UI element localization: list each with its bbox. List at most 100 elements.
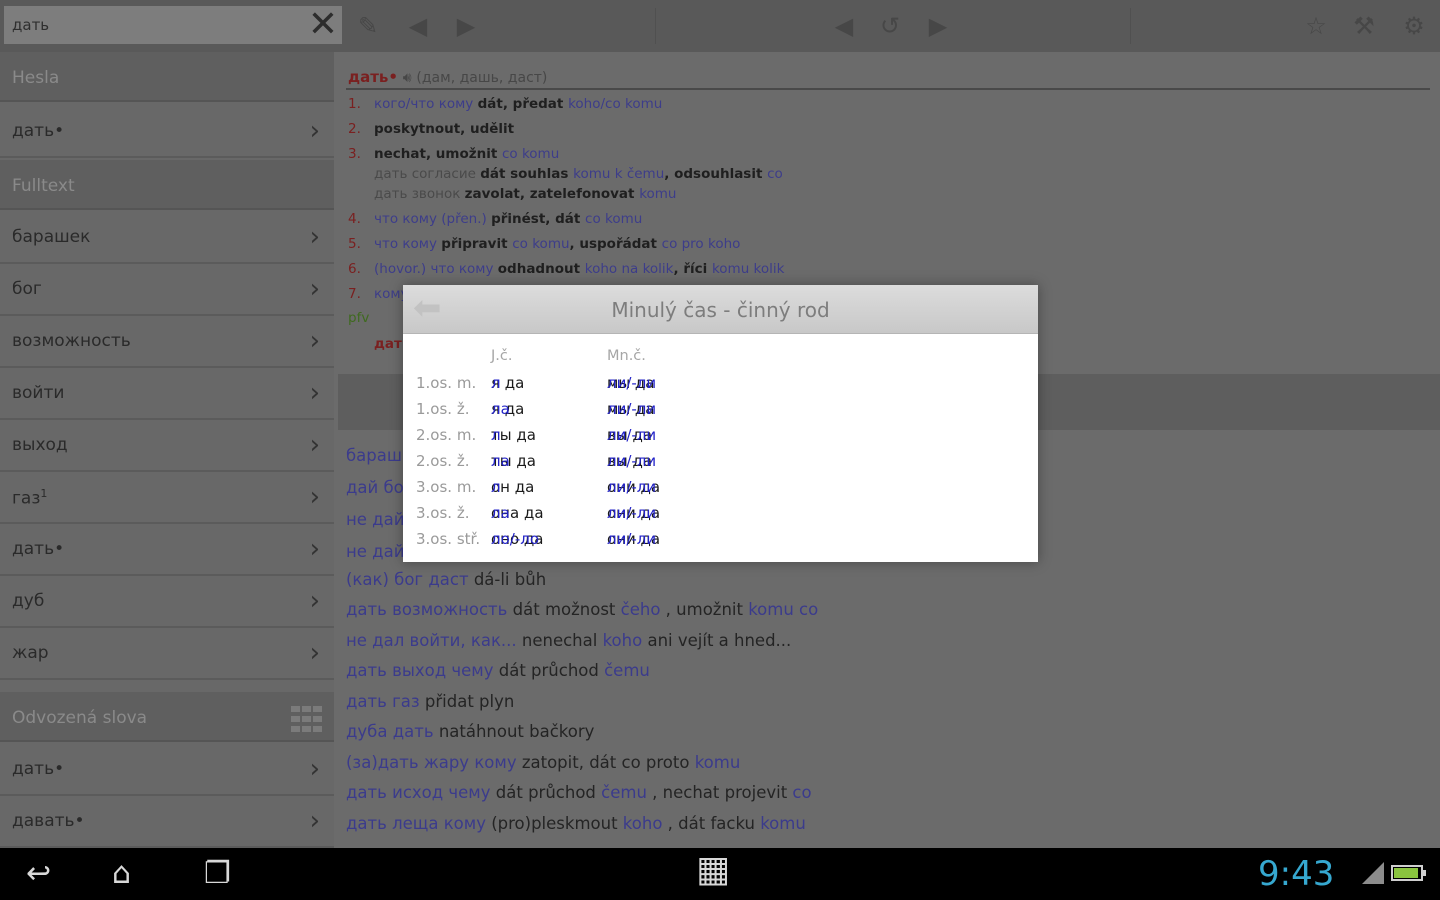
phrase-row[interactable]: дать исход чему dát průchod čemu , necha… — [346, 783, 812, 802]
phrase-czech: , umožnit — [665, 600, 743, 619]
sense-text: , uspořádat — [569, 236, 662, 252]
grammar-forms: (дам, дашь, даст) — [416, 70, 548, 86]
sidebar-item[interactable]: войти › — [0, 368, 334, 420]
phrase-czech: nenechal — [521, 631, 598, 650]
chevron-right-icon: › — [309, 116, 320, 146]
sidebar-item[interactable]: выход › — [0, 420, 334, 472]
audio-icon[interactable]: 🔊︎ — [403, 70, 412, 86]
dialog-title: Minulý čas - činný rod — [611, 298, 830, 322]
sidebar-item[interactable]: жар › — [0, 628, 334, 680]
sidebar-item-label: дать• — [12, 121, 65, 141]
phrase-row[interactable]: (за)дать жару кому zatopit, dát co proto… — [346, 753, 740, 772]
phrase-row[interactable]: не дай — [346, 510, 404, 529]
sense-text: nechat, umožnit — [374, 146, 502, 162]
phrase-row[interactable]: дуба дать natáhnout bačkory — [346, 722, 594, 741]
sidebar-item[interactable]: давать• › — [0, 796, 334, 848]
app-grid-icon[interactable]: ▦ — [696, 852, 730, 888]
sidebar-item[interactable]: бог › — [0, 264, 334, 316]
sense-text: komu k čemu — [573, 166, 665, 182]
phrase-russian: не дал войти, как... — [346, 631, 517, 650]
conjugation-row: 1.os. ž. я да ла мы да ли/-ли — [416, 400, 657, 418]
sidebar-item-label: газ1 — [12, 487, 48, 509]
phrase-russian: дать исход чему — [346, 783, 491, 802]
sidebar-item[interactable]: дать• › — [0, 744, 334, 796]
back-icon[interactable]: ◀ — [402, 10, 434, 42]
column-header-plural: Mn.č. — [607, 348, 646, 364]
chevron-right-icon: › — [309, 430, 320, 460]
chevron-right-icon: › — [309, 274, 320, 304]
phrase-czech: ani vejít a hned... — [647, 631, 792, 650]
section-title: Hesla — [12, 68, 60, 88]
sidebar-item-label: дуб — [12, 591, 45, 611]
phrase-czech: , dát facku — [667, 814, 755, 833]
sidebar-item[interactable]: возможность › — [0, 316, 334, 368]
back-icon[interactable]: ↩ — [26, 856, 51, 892]
recent-apps-icon[interactable]: ❐ — [204, 856, 231, 892]
phrase-row[interactable]: дать газ přidat plyn — [346, 692, 514, 711]
aspect-label: pfv — [348, 310, 370, 326]
sidebar-item-label: дать• — [12, 539, 65, 559]
headword[interactable]: дать• — [348, 68, 398, 86]
history-forward-icon[interactable]: ▶ — [922, 10, 954, 42]
phrase-czech: dá-li bůh — [473, 570, 547, 589]
phrase-russian: дай бо — [346, 478, 404, 497]
sense-text: co — [767, 166, 783, 182]
search-field[interactable]: дать ✕ — [4, 6, 342, 44]
phrase-row[interactable]: дай бо — [346, 478, 404, 497]
section-title: Fulltext — [12, 176, 75, 196]
toolbar: дать ✕ ✎ ◀ ▶ ◀ ↺ ▶ ☆ ⚒ ⚙ — [0, 0, 1440, 52]
grid-view-icon[interactable] — [290, 704, 324, 732]
sense-line: 4. что кому (přen.) přinést, dát co komu — [348, 211, 642, 227]
home-icon[interactable]: ⌂ — [112, 856, 131, 892]
phrase-czech: , nechat projevit — [652, 783, 788, 802]
sense-text: dát souhlas — [480, 166, 574, 182]
phrase-row[interactable]: дать леща кому (pro)pleskmout koho , dát… — [346, 814, 806, 833]
phrase-czech: dát průchod — [495, 783, 596, 802]
phrase-czech: (pro)pleskmout — [491, 814, 618, 833]
search-input-value[interactable]: дать — [12, 16, 49, 34]
chevron-right-icon: › — [309, 378, 320, 408]
phrase-russian: čeho — [620, 600, 661, 619]
phrase-row[interactable]: бараш — [346, 446, 402, 465]
sidebar-item[interactable]: газ1 › — [0, 472, 334, 524]
edit-icon[interactable]: ✎ — [352, 10, 384, 42]
phrase-russian: дать возможность — [346, 600, 508, 619]
phrase-russian: дуба дать — [346, 722, 434, 741]
phrase-row[interactable]: не дай — [346, 542, 404, 561]
section-header-hesla: Hesla — [0, 52, 334, 102]
history-icon[interactable]: ↺ — [874, 10, 906, 42]
phrase-russian: čemu — [601, 783, 647, 802]
clear-search-icon[interactable]: ✕ — [306, 7, 340, 43]
tools-icon[interactable]: ⚒ — [1348, 10, 1380, 42]
conjugation-row: 3.os. m. он да л они да ли/-ли — [416, 478, 661, 496]
phrase-row[interactable]: дать выход чему dát průchod čemu — [346, 661, 650, 680]
forward-icon[interactable]: ▶ — [450, 10, 482, 42]
phrase-row[interactable]: не дал войти, как... nenechal koho ani v… — [346, 631, 791, 650]
sidebar-item-label: выход — [12, 435, 68, 455]
settings-icon[interactable]: ⚙ — [1398, 10, 1430, 42]
phrase-row[interactable]: дать возможность dát možnost čeho , umož… — [346, 600, 818, 619]
sense-line: 2. poskytnout, udělit — [348, 121, 514, 137]
history-back-icon[interactable]: ◀ — [828, 10, 860, 42]
sidebar-item[interactable]: дуб › — [0, 576, 334, 628]
sense-text: co komu — [585, 211, 643, 227]
phrase-russian: не дай — [346, 542, 405, 561]
phrase-row[interactable]: (как) бог даст dá-li bůh — [346, 570, 546, 589]
favorite-icon[interactable]: ☆ — [1300, 10, 1332, 42]
conjugation-row: 2.os. ž. ты да ла вы да ли/-ли — [416, 452, 657, 470]
sense-text: poskytnout, udělit — [374, 121, 515, 137]
phrase-czech: zatopit, dát co proto — [521, 753, 690, 772]
conjugation-row: 3.os. ž. она да ла они да ли/-ли — [416, 504, 661, 522]
phrase-czech: dát možnost — [512, 600, 616, 619]
conjugation-row: 1.os. m. я да л мы да ли/-ли — [416, 374, 657, 392]
divider — [346, 88, 1430, 90]
sidebar-item[interactable]: дать• › — [0, 106, 334, 158]
phrase-czech: natáhnout bačkory — [438, 722, 595, 741]
system-nav-bar: ↩ ⌂ ❐ ▦ 9:43 — [0, 848, 1440, 900]
sidebar-item[interactable]: дать• › — [0, 524, 334, 576]
sense-text: что кому (přen.) — [374, 211, 492, 227]
sidebar-item[interactable]: барашек › — [0, 212, 334, 264]
sidebar-item-label: бог — [12, 279, 42, 299]
sense-number: 1. — [348, 96, 361, 112]
chevron-right-icon: › — [309, 754, 320, 784]
